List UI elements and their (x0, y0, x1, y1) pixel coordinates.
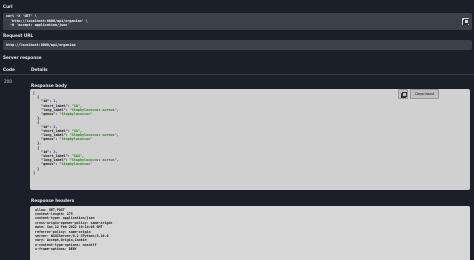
response-body-box: [ { "id": 1, "short_label": "SA", "long_… (30, 89, 470, 190)
json-genus-value: "Staphylococcus" (59, 112, 93, 117)
json-punct: { "id": (37, 95, 52, 104)
copy-body-icon[interactable] (398, 89, 408, 99)
response-headers-label: Response headers (31, 198, 75, 203)
response-table-header: Code Details (0, 64, 474, 75)
response-headers-text: allow: GET,POST content-length: 275 cont… (34, 207, 113, 252)
curl-command-box: curl -X 'GET' \ 'http://localhost:8000/a… (3, 13, 472, 30)
response-body-json: [ { "id": 1, "short_label": "SA", "long_… (33, 91, 119, 175)
status-code: 200 (4, 79, 12, 84)
download-button[interactable]: Download (410, 89, 439, 99)
json-punct: { "id": (37, 145, 52, 154)
copy-body-icon-front (401, 91, 407, 97)
code-column-header: Code (3, 66, 15, 72)
curl-label: Curl (3, 4, 13, 9)
details-column-header: Details (31, 66, 48, 72)
response-headers-box: allow: GET,POST content-length: 275 cont… (30, 206, 470, 260)
server-response-label: Server response (3, 55, 42, 60)
request-url-text: http://localhost:8000/api/organism (6, 42, 76, 47)
response-body-label: Response body (31, 83, 67, 88)
json-genus-value: "Staphylococcus" (59, 162, 93, 167)
json-punct: { "id": (37, 120, 52, 129)
copy-icon[interactable] (462, 18, 470, 26)
request-url-label: Request URL (3, 33, 34, 38)
curl-command-text: curl -X 'GET' \ 'http://localhost:8000/a… (6, 14, 88, 27)
json-punct: ] (33, 170, 36, 175)
json-genus-value: "Staphylococcus" (59, 137, 93, 142)
request-url-box: http://localhost:8000/api/organism (3, 40, 472, 50)
copy-icon-front (464, 19, 470, 25)
